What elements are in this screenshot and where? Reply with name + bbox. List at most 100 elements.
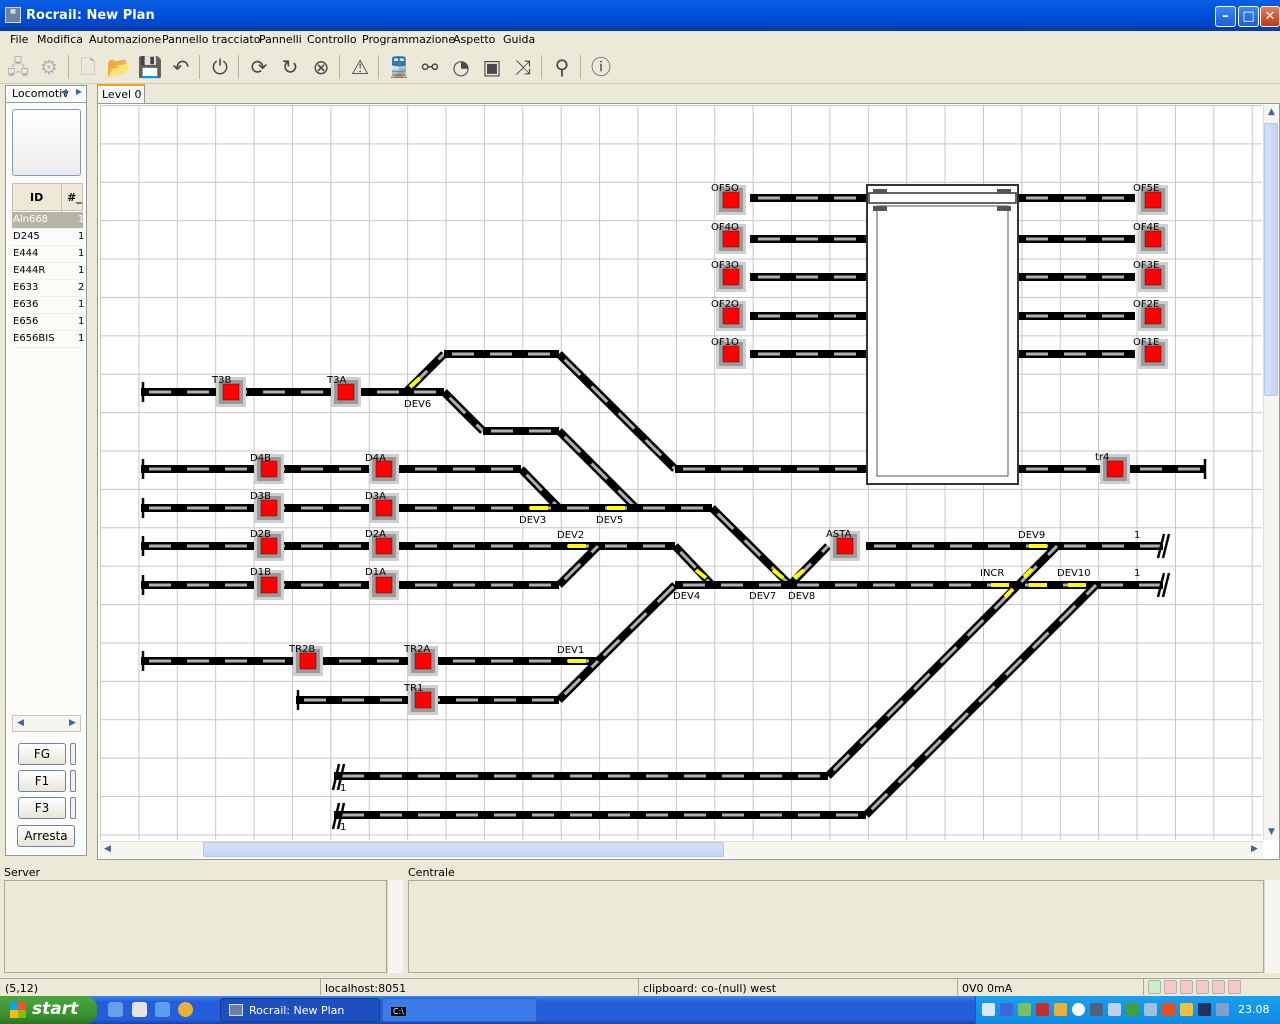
- tray-icon[interactable]: [1072, 1003, 1085, 1016]
- tab-scroll-left-icon[interactable]: ◀: [58, 86, 70, 98]
- tray-icon[interactable]: [1054, 1003, 1067, 1016]
- switch-label-dev5: DEV5: [596, 515, 623, 526]
- menu-modifica[interactable]: Modifica: [37, 33, 83, 46]
- switch-label-dev1: DEV1: [557, 645, 584, 656]
- zoom-icon[interactable]: ⚲: [549, 54, 575, 80]
- tray-icon[interactable]: [1000, 1003, 1013, 1016]
- loco-row[interactable]: E633 2: [12, 280, 85, 297]
- new-plan-icon[interactable]: 🗋: [75, 54, 101, 80]
- power-icon[interactable]: ⏻: [207, 54, 233, 80]
- close-button[interactable]: ✕: [1260, 6, 1280, 27]
- refresh-icon[interactable]: ↻: [277, 54, 303, 80]
- menu-aspetto[interactable]: Aspetto: [453, 33, 495, 46]
- centrale-log-panel[interactable]: [408, 880, 1264, 973]
- menu-programmazione[interactable]: Programmazione: [362, 33, 455, 46]
- loco-row[interactable]: E656 1: [12, 314, 84, 331]
- plan-vscroll-thumb[interactable]: [1264, 123, 1278, 396]
- menu-controllo[interactable]: Controllo: [307, 33, 357, 46]
- fg-button[interactable]: FG: [18, 743, 66, 765]
- loco-row[interactable]: E444R 1: [12, 263, 84, 280]
- server-log-scrollbar[interactable]: [387, 880, 403, 973]
- status-bar: (5,12) localhost:8051 clipboard: co-(nul…: [0, 978, 1280, 996]
- media-player-icon[interactable]: [132, 1002, 147, 1017]
- chrome-icon[interactable]: [178, 1002, 193, 1017]
- block-label-of2o: OF2O: [711, 299, 739, 310]
- tray-icon[interactable]: [1108, 1003, 1121, 1016]
- menu-file[interactable]: File: [10, 33, 28, 46]
- f1-button[interactable]: F1: [18, 770, 66, 792]
- cancel-icon[interactable]: ⊗: [308, 54, 334, 80]
- cmd-icon: C:\: [391, 1007, 406, 1016]
- block-label-asta: ASTA: [826, 529, 852, 540]
- throttle-icon[interactable]: ⚯: [417, 54, 443, 80]
- undo-icon[interactable]: ↶: [168, 54, 194, 80]
- block-label-t3b: T3B: [211, 375, 231, 386]
- layout-icon[interactable]: ▣: [479, 54, 505, 80]
- minimize-button[interactable]: –: [1215, 6, 1236, 27]
- tray-icon[interactable]: [982, 1003, 995, 1016]
- sync-icon[interactable]: ⟳: [246, 54, 272, 80]
- f3-toggle[interactable]: [70, 797, 76, 819]
- column-id[interactable]: ID: [30, 191, 43, 204]
- open-icon[interactable]: 📂: [106, 54, 132, 80]
- track-plan-canvas[interactable]: T3B T3A DEV6 D4B D4A D3B D3A DEV3 DEV5 D…: [100, 105, 1262, 840]
- internet-explorer-icon[interactable]: [155, 1002, 170, 1017]
- switch-label-dev3: DEV3: [519, 515, 546, 526]
- tray-icon[interactable]: [1180, 1003, 1193, 1016]
- status-led: [1228, 980, 1241, 994]
- volume-icon[interactable]: [1216, 1003, 1229, 1016]
- taskbar-rocrail[interactable]: Rocrail: New Plan: [220, 998, 380, 1022]
- loco-number: 2: [78, 282, 85, 293]
- loco-row[interactable]: E656BIS 1: [12, 331, 85, 348]
- save-icon[interactable]: 💾: [137, 54, 163, 80]
- show-desktop-icon[interactable]: [108, 1002, 123, 1017]
- server-log-panel[interactable]: [4, 880, 387, 973]
- scroll-down-icon[interactable]: ▼: [1264, 825, 1279, 840]
- plan-hscroll-thumb[interactable]: [203, 842, 724, 857]
- tray-icon[interactable]: [1144, 1003, 1157, 1016]
- menu-pannelli[interactable]: Pannelli: [259, 33, 302, 46]
- centrale-log-scrollbar[interactable]: [1264, 880, 1280, 973]
- scroll-right-icon[interactable]: ▶: [65, 716, 80, 731]
- block-label-tr4: tr4: [1095, 452, 1109, 463]
- tray-icon[interactable]: [1198, 1003, 1211, 1016]
- menu-automazione[interactable]: Automazione: [89, 33, 161, 46]
- menu-pannello-tracciato[interactable]: Pannello tracciato: [162, 33, 260, 46]
- loco-row[interactable]: E444 1: [12, 246, 84, 263]
- tray-icon[interactable]: [1036, 1003, 1049, 1016]
- column-number[interactable]: #_: [67, 191, 82, 204]
- loco-table-header: ID #_: [12, 183, 83, 212]
- scroll-right-icon[interactable]: ▶: [1247, 842, 1262, 857]
- loco-row[interactable]: Aln668 1: [12, 212, 84, 229]
- warning-icon[interactable]: ⚠: [347, 54, 373, 80]
- shuffle-icon[interactable]: ⤨: [510, 54, 536, 80]
- loco-row[interactable]: E636 1: [12, 297, 84, 314]
- network-icon[interactable]: 🖧: [5, 54, 31, 80]
- loco-row[interactable]: D245 1: [12, 229, 84, 246]
- locomotive-icon[interactable]: 🚆: [386, 54, 412, 80]
- status-coords: (5,12): [5, 982, 39, 995]
- tray-icon[interactable]: [1018, 1003, 1031, 1016]
- block-label-of5e: OF5E: [1133, 183, 1159, 194]
- taskbar-cmd[interactable]: C:\: [382, 998, 537, 1022]
- gear-icon[interactable]: ⚙: [36, 54, 62, 80]
- f1-toggle[interactable]: [70, 770, 76, 792]
- loco-number: 1: [78, 333, 85, 344]
- info-icon[interactable]: ⓘ: [588, 54, 614, 80]
- fg-toggle[interactable]: [70, 743, 76, 765]
- tab-scroll-right-icon[interactable]: ▶: [73, 86, 85, 98]
- scroll-left-icon[interactable]: ◀: [100, 842, 115, 857]
- rocrail-task-icon: [229, 1004, 243, 1016]
- maximize-button[interactable]: □: [1238, 6, 1259, 27]
- f3-button[interactable]: F3: [18, 797, 66, 819]
- tray-icon[interactable]: [1162, 1003, 1175, 1016]
- scroll-up-icon[interactable]: ▲: [1264, 105, 1279, 120]
- speedometer-icon[interactable]: ◔: [448, 54, 474, 80]
- scroll-left-icon[interactable]: ◀: [13, 716, 28, 731]
- tray-icon[interactable]: [1126, 1003, 1139, 1016]
- menu-guida[interactable]: Guida: [503, 33, 535, 46]
- switch-label-dev10: DEV10: [1057, 568, 1091, 579]
- stop-button[interactable]: Arresta: [17, 825, 75, 847]
- tray-icon[interactable]: [1090, 1003, 1103, 1016]
- tab-level-0[interactable]: Level 0: [97, 84, 145, 104]
